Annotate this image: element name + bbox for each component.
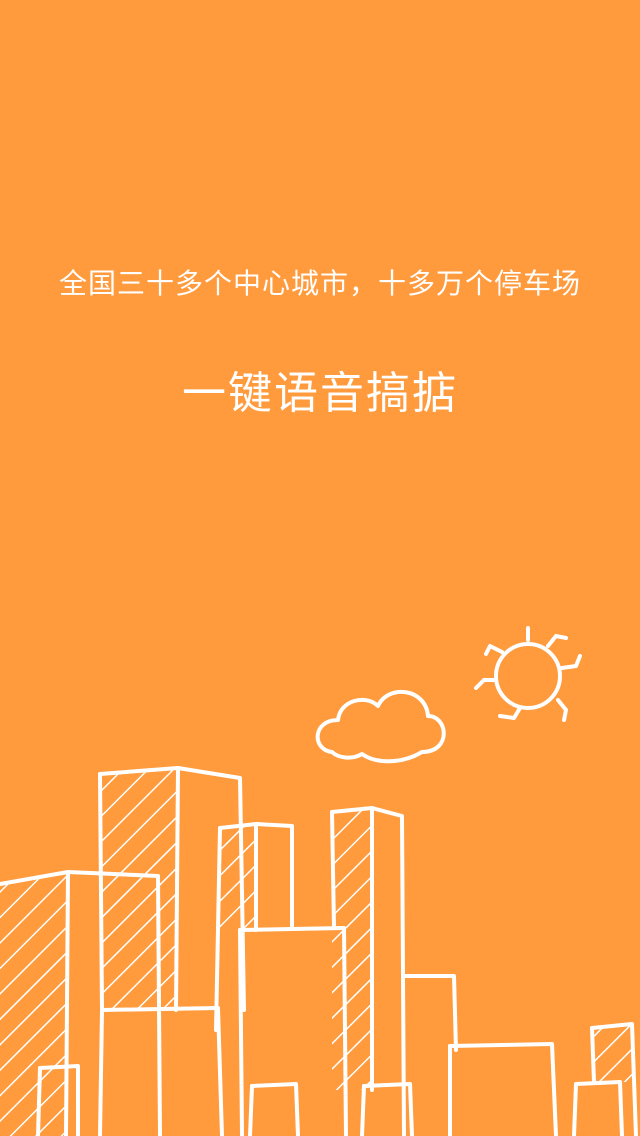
splash-subtitle: 全国三十多个中心城市，十多万个停车场 bbox=[58, 267, 581, 300]
skyline-illustration bbox=[0, 600, 640, 1136]
city-skyline-icon bbox=[0, 766, 638, 1136]
sun-icon bbox=[474, 626, 582, 722]
splash-screen: 全国三十多个中心城市，十多万个停车场 一键语音搞掂 bbox=[0, 0, 640, 1136]
cloud-icon bbox=[315, 689, 446, 764]
splash-headline: 一键语音搞掂 bbox=[182, 368, 458, 419]
